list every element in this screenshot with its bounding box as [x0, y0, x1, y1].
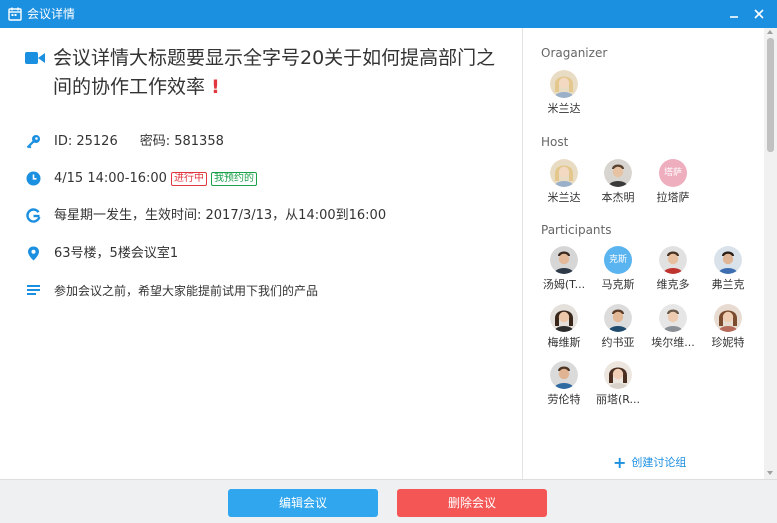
meeting-description-row: 参加会议之前，希望大家能提前试用下我们的产品 [0, 281, 522, 301]
recurrence-g-icon [26, 208, 41, 223]
avatar: 塔萨 [659, 159, 687, 187]
scroll-up-icon[interactable] [767, 30, 773, 34]
avatar [550, 159, 578, 187]
participant-item[interactable]: 约书亚 [590, 304, 646, 356]
organizer-section-title: Oraganizer [541, 46, 608, 60]
avatar [550, 246, 578, 274]
window-title: 会议详情 [27, 7, 76, 21]
participant-name: 劳伦特 [547, 393, 581, 406]
host-item[interactable]: 本杰明 [590, 159, 646, 211]
participant-name: 汤姆(T... [542, 278, 586, 291]
avatar [604, 304, 632, 332]
participant-name: 埃尔维... [651, 336, 695, 349]
create-discussion-group-link[interactable]: + 创建讨论组 [613, 455, 686, 471]
participant-name: 马克斯 [601, 278, 635, 291]
footer-bar: 编辑会议 删除会议 [0, 479, 777, 523]
scroll-down-icon[interactable] [767, 471, 773, 475]
meeting-location-text: 63号楼，5楼会议室1 [54, 246, 179, 261]
video-camera-icon [25, 52, 45, 64]
host-name: 拉塔萨 [656, 191, 690, 204]
meeting-password-text: 密码: 581358 [139, 134, 224, 149]
participant-name: 珍妮特 [711, 336, 745, 349]
participant-name: 维克多 [656, 278, 690, 291]
meeting-title: 会议详情大标题要显示全字号20关于如何提高部门之间的协作工作效率 ! [53, 47, 496, 98]
avatar [714, 304, 742, 332]
meeting-recurrence-text: 每星期一发生，生效时间: 2017/3/13，从14:00到16:00 [54, 208, 387, 223]
avatar [550, 361, 578, 389]
organizer-name: 米兰达 [547, 102, 581, 115]
host-item[interactable]: 米兰达 [536, 159, 592, 211]
close-icon[interactable] [751, 6, 767, 22]
calendar-icon [8, 7, 22, 21]
title-bar: 会议详情 [0, 0, 777, 28]
participant-name: 约书亚 [601, 336, 635, 349]
plus-icon: + [613, 453, 627, 472]
scrollbar[interactable] [764, 28, 777, 479]
meeting-time-text: 4/15 14:00-16:00 进行中 我预约的 [54, 170, 257, 188]
meeting-time-row: 4/15 14:00-16:00 进行中 我预约的 [0, 169, 522, 189]
edit-meeting-button[interactable]: 编辑会议 [228, 489, 378, 517]
avatar [550, 70, 578, 98]
avatar [714, 246, 742, 274]
participant-item[interactable]: 珍妮特 [700, 304, 756, 356]
avatar [550, 304, 578, 332]
important-mark: ! [211, 76, 220, 98]
participant-name: 弗兰克 [711, 278, 745, 291]
description-lines-icon [27, 285, 40, 295]
participant-item[interactable]: 埃尔维... [645, 304, 701, 356]
avatar: 克斯 [604, 246, 632, 274]
reserved-badge: 我预约的 [210, 172, 257, 186]
host-name: 米兰达 [547, 191, 581, 204]
participant-item[interactable]: 丽塔(R... [590, 361, 646, 413]
participants-section-title: Participants [541, 223, 612, 237]
status-badge: 进行中 [170, 172, 207, 186]
participant-item[interactable]: 汤姆(T... [536, 246, 592, 298]
meeting-recurrence-row: 每星期一发生，生效时间: 2017/3/13，从14:00到16:00 [0, 206, 522, 226]
location-pin-icon [28, 246, 39, 261]
meeting-id-text: ID: 25126 密码: 581358 [54, 134, 224, 149]
minimize-icon[interactable] [726, 6, 742, 22]
avatar [604, 361, 632, 389]
avatar [659, 246, 687, 274]
avatar [659, 304, 687, 332]
meeting-location-row: 63号楼，5楼会议室1 [0, 244, 522, 264]
participant-name: 丽塔(R... [595, 393, 641, 406]
meeting-description-text: 参加会议之前，希望大家能提前试用下我们的产品 [54, 284, 319, 298]
avatar [604, 159, 632, 187]
meeting-id-row: ID: 25126 密码: 581358 [0, 132, 522, 152]
scrollbar-thumb[interactable] [767, 38, 774, 152]
organizer-item[interactable]: 米兰达 [536, 70, 592, 122]
create-discussion-group-label: 创建讨论组 [631, 456, 687, 469]
host-section-title: Host [541, 135, 569, 149]
delete-meeting-button[interactable]: 删除会议 [397, 489, 547, 517]
participant-item[interactable]: 弗兰克 [700, 246, 756, 298]
participant-item[interactable]: 劳伦特 [536, 361, 592, 413]
clock-icon [26, 171, 41, 186]
key-icon [26, 135, 40, 149]
participant-item[interactable]: 维克多 [645, 246, 701, 298]
participant-item[interactable]: 梅维斯 [536, 304, 592, 356]
host-name: 本杰明 [601, 191, 635, 204]
host-item[interactable]: 塔萨 拉塔萨 [645, 159, 701, 211]
participant-item[interactable]: 克斯 马克斯 [590, 246, 646, 298]
participant-name: 梅维斯 [547, 336, 581, 349]
